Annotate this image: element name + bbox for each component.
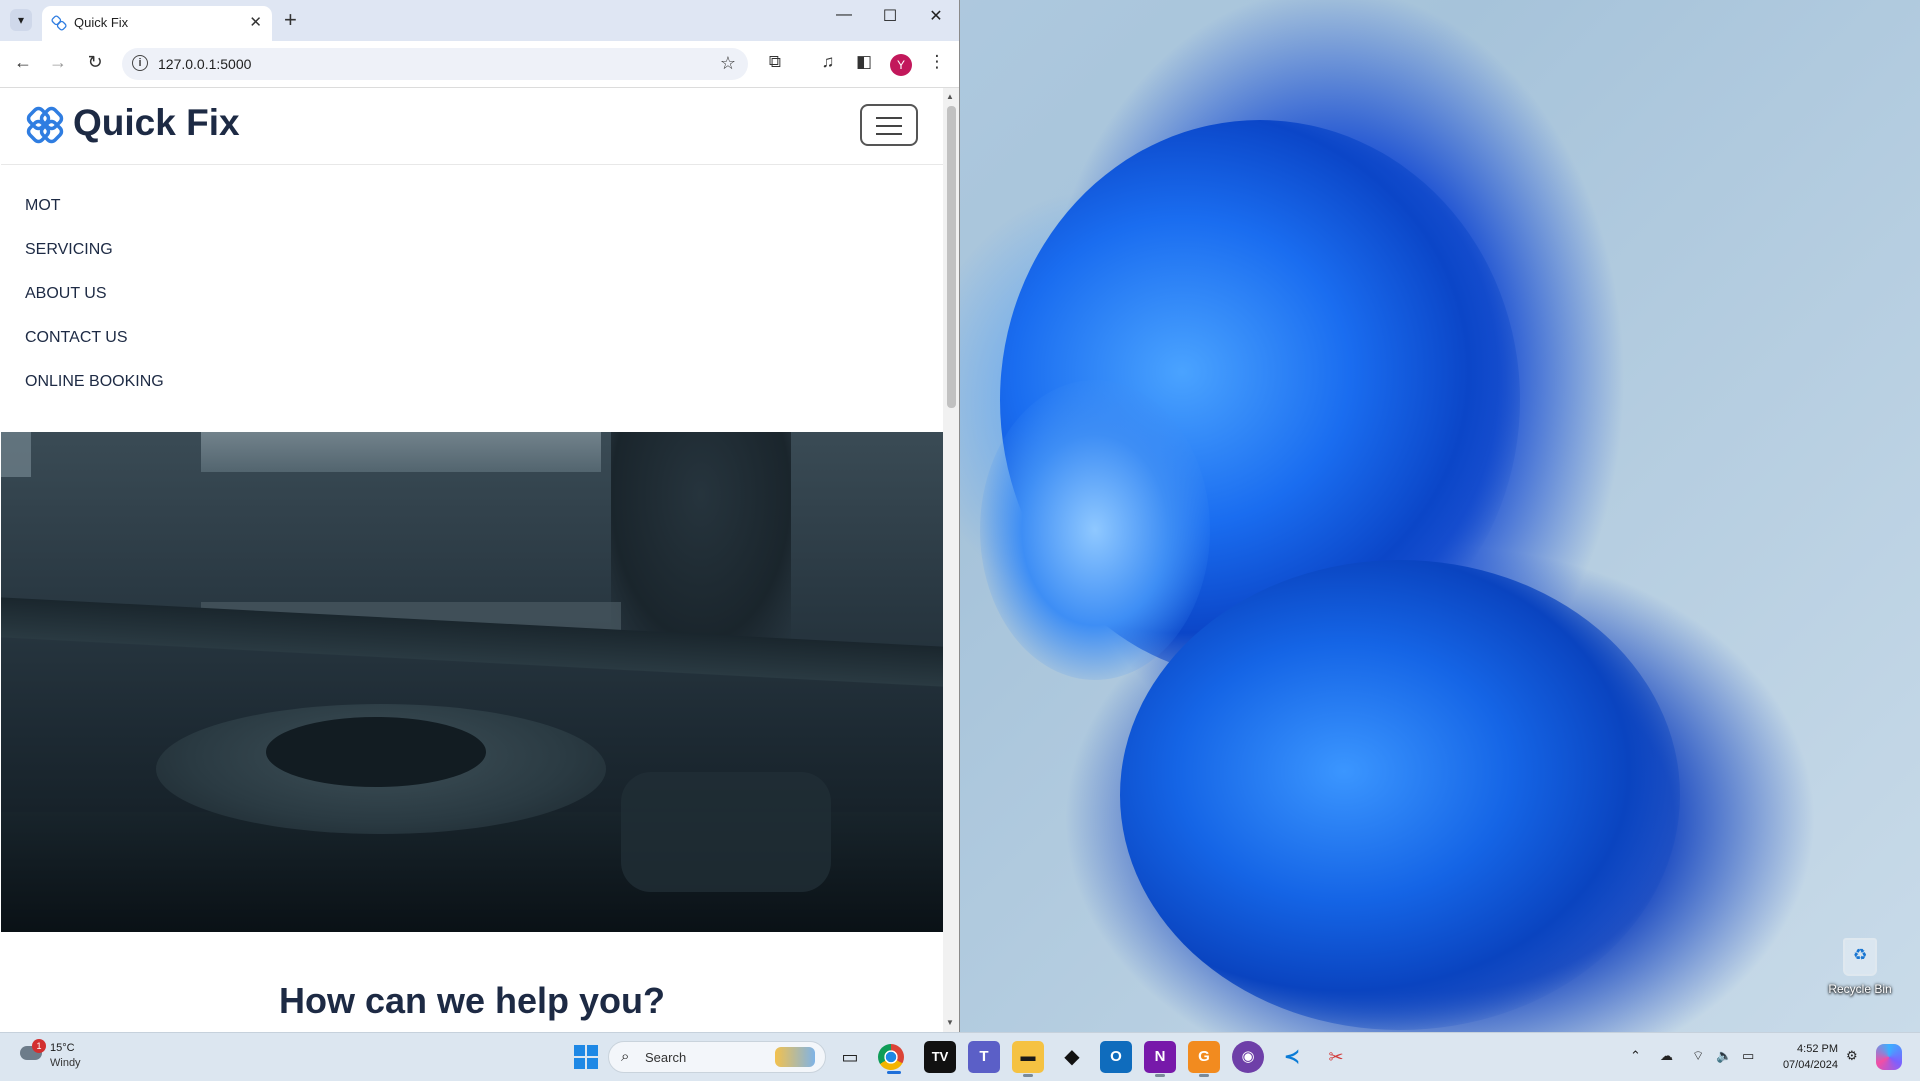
tab-search-button[interactable]: ▾ — [10, 9, 32, 31]
nav-link-servicing[interactable]: SERVICING — [25, 240, 164, 284]
nav-menu: MOT SERVICING ABOUT US CONTACT US ONLINE… — [25, 196, 164, 416]
quick-fix-logo-icon[interactable] — [25, 105, 65, 145]
vscode-icon[interactable]: ≺ — [1276, 1041, 1308, 1073]
github-icon[interactable]: ◉ — [1232, 1041, 1264, 1073]
browser-toolbar: ← → ↻ i 127.0.0.1:5000 ☆ ⧉ ♫ ◧ Y ⋮ — [0, 41, 959, 88]
extensions-icon[interactable]: ⧉ — [763, 52, 787, 72]
browser-window: ▾ Quick Fix ✕ + — ☐ ✕ ← → ↻ i 127.0.0.1:… — [0, 0, 960, 1032]
wallpaper-highlight — [980, 380, 1210, 680]
tab-title: Quick Fix — [74, 15, 129, 30]
close-window-button[interactable]: ✕ — [916, 6, 956, 26]
minimize-button[interactable]: — — [824, 6, 864, 24]
scroll-up-icon[interactable]: ▲ — [946, 92, 954, 101]
forward-icon[interactable]: → — [45, 52, 71, 73]
address-bar[interactable]: i 127.0.0.1:5000 ☆ — [122, 48, 748, 80]
hero-window-left — [1, 432, 31, 477]
nav-link-contact-us[interactable]: CONTACT US — [25, 328, 164, 372]
hamburger-line — [876, 125, 902, 127]
maximize-button[interactable]: ☐ — [870, 6, 910, 26]
weather-temperature: 15°C — [50, 1042, 75, 1054]
reload-icon[interactable]: ↻ — [82, 52, 108, 73]
page-viewport: Quick Fix MOT SERVICING ABOUT US CONTACT… — [1, 88, 943, 1032]
help-heading: How can we help you? — [278, 980, 666, 1021]
profile-avatar[interactable]: Y — [890, 54, 912, 76]
volume-icon[interactable]: 🔈 — [1716, 1048, 1732, 1064]
recycle-bin[interactable]: ♻ Recycle Bin — [1822, 938, 1898, 996]
file-explorer-icon[interactable]: ▬ — [1012, 1041, 1044, 1077]
back-icon[interactable]: ← — [10, 52, 36, 73]
teams-icon[interactable]: T — [968, 1041, 1000, 1073]
battery-icon[interactable]: ▭ — [1742, 1048, 1754, 1064]
search-icon: ⌕ — [621, 1048, 630, 1065]
task-view-icon[interactable]: ▭ — [834, 1041, 866, 1073]
nav-link-online-booking[interactable]: ONLINE BOOKING — [25, 372, 164, 416]
taskbar: 1 15°C Windy ⌕ Search ▭ TV T ▬ ◆ O N G ◉… — [0, 1032, 1920, 1081]
show-hidden-icons[interactable]: ⌃ — [1630, 1048, 1641, 1064]
side-panel-icon[interactable]: ◧ — [852, 52, 876, 72]
recycle-bin-icon: ♻ — [1843, 938, 1877, 976]
hero-window — [201, 432, 601, 472]
page-scrollbar[interactable]: ▲ ▼ — [943, 88, 959, 1032]
tradingview-icon[interactable]: TV — [924, 1041, 956, 1073]
bookmark-star-icon[interactable]: ☆ — [720, 53, 736, 74]
search-highlight-icon — [775, 1047, 815, 1067]
weather-condition: Windy — [50, 1057, 81, 1069]
hero-air-filter-hole — [266, 717, 486, 787]
taskbar-search[interactable]: ⌕ Search — [608, 1041, 826, 1073]
menu-toggle-button[interactable] — [860, 104, 918, 146]
new-tab-icon[interactable]: + — [284, 7, 297, 33]
search-label: Search — [645, 1050, 687, 1065]
chrome-icon[interactable] — [878, 1044, 904, 1074]
quick-fix-favicon-icon — [51, 15, 67, 31]
snipping-tool-icon[interactable]: ✂ — [1320, 1041, 1352, 1073]
hero-mechanic — [611, 432, 791, 642]
wallpaper-bloom-lower — [1120, 560, 1680, 1030]
notification-icon[interactable]: ⚙ — [1846, 1048, 1858, 1064]
more-menu-icon[interactable]: ⋮ — [925, 52, 949, 72]
site-info-icon[interactable]: i — [132, 55, 148, 71]
outlook-icon[interactable]: O — [1100, 1041, 1132, 1073]
clock-time: 4:52 PM — [1797, 1043, 1838, 1055]
recycle-bin-label: Recycle Bin — [1828, 982, 1892, 996]
system-clock[interactable]: 4:52 PM 07/04/2024 — [1772, 1041, 1838, 1073]
url-text: 127.0.0.1:5000 — [158, 56, 252, 72]
media-controls-icon[interactable]: ♫ — [816, 52, 840, 72]
wifi-icon[interactable]: ⌔ — [1692, 1048, 1704, 1064]
onedrive-icon[interactable]: ☁ — [1660, 1048, 1673, 1064]
scroll-down-icon[interactable]: ▼ — [946, 1018, 954, 1027]
copilot-icon[interactable] — [1876, 1044, 1902, 1070]
tab-close-icon[interactable]: ✕ — [249, 13, 262, 31]
start-button[interactable] — [570, 1041, 602, 1073]
alienware-icon[interactable]: ◆ — [1056, 1041, 1088, 1073]
hero-image — [1, 432, 943, 932]
tab-quick-fix[interactable]: Quick Fix ✕ — [42, 6, 272, 41]
hero-engine-part — [621, 772, 831, 892]
weather-notification-badge: 1 — [32, 1039, 46, 1053]
pdf-editor-icon[interactable]: G — [1188, 1041, 1220, 1077]
onenote-icon[interactable]: N — [1144, 1041, 1176, 1077]
nav-link-mot[interactable]: MOT — [25, 196, 164, 240]
nav-link-about-us[interactable]: ABOUT US — [25, 284, 164, 328]
hamburger-line — [876, 133, 902, 135]
tab-bar: ▾ Quick Fix ✕ + — ☐ ✕ — [0, 0, 959, 41]
site-header: Quick Fix — [1, 88, 943, 165]
hamburger-line — [876, 117, 902, 119]
scroll-thumb[interactable] — [947, 106, 956, 408]
brand-name[interactable]: Quick Fix — [73, 102, 240, 144]
clock-date: 07/04/2024 — [1782, 1059, 1838, 1071]
